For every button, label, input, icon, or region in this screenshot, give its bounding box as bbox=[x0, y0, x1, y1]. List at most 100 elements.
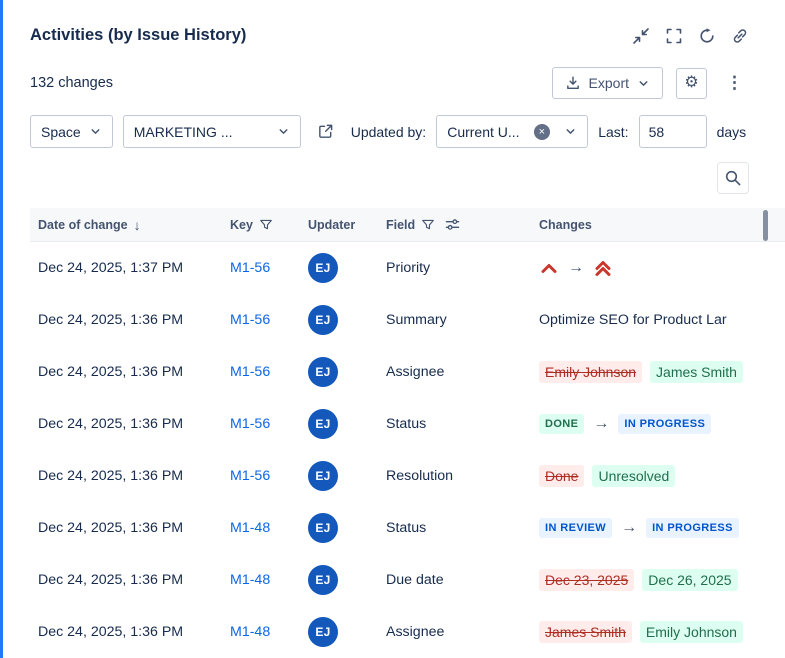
field-name: Due date bbox=[378, 572, 531, 588]
column-header-key[interactable]: Key bbox=[222, 218, 300, 232]
table-row: Dec 24, 2025, 1:36 PMM1-48EJStatusIN REV… bbox=[30, 502, 785, 554]
updater-avatar[interactable]: EJ bbox=[308, 305, 338, 335]
table-row: Dec 24, 2025, 1:36 PMM1-48EJDue dateDec … bbox=[30, 554, 785, 606]
space-dropdown[interactable]: Space bbox=[30, 115, 113, 148]
updater-avatar[interactable]: EJ bbox=[308, 617, 338, 647]
change-arrow-icon: → bbox=[621, 519, 637, 537]
link-icon[interactable] bbox=[731, 27, 749, 45]
export-label: Export bbox=[589, 75, 629, 91]
gear-icon: ⚙ bbox=[684, 75, 698, 91]
priority-highest-icon bbox=[593, 258, 613, 278]
download-icon bbox=[565, 75, 581, 91]
field-name: Resolution bbox=[378, 468, 531, 484]
change-date: Dec 24, 2025, 1:36 PM bbox=[30, 364, 222, 380]
change-date: Dec 24, 2025, 1:36 PM bbox=[30, 520, 222, 536]
last-days-input[interactable] bbox=[639, 115, 707, 148]
change-date: Dec 24, 2025, 1:36 PM bbox=[30, 624, 222, 640]
filter-bar: Space MARKETING ... Updated by: Current … bbox=[30, 115, 749, 148]
subheader-actions: Export ⚙ ⋮ bbox=[552, 67, 749, 99]
change-date: Dec 24, 2025, 1:36 PM bbox=[30, 312, 222, 328]
changes-count: 132 changes bbox=[30, 75, 113, 91]
activities-gadget: Activities (by Issue History) bbox=[0, 0, 785, 658]
collapse-icon[interactable] bbox=[632, 27, 650, 45]
updater-avatar[interactable]: EJ bbox=[308, 409, 338, 439]
updater-avatar[interactable]: EJ bbox=[308, 253, 338, 283]
updater-avatar[interactable]: EJ bbox=[308, 565, 338, 595]
project-dropdown[interactable]: MARKETING ... bbox=[123, 115, 301, 148]
column-header-field[interactable]: Field bbox=[378, 217, 531, 232]
changes-cell: DoneUnresolved bbox=[531, 465, 785, 487]
issue-key-link[interactable]: M1-48 bbox=[230, 520, 270, 536]
table-row: Dec 24, 2025, 1:37 PMM1-56EJPriority→ bbox=[30, 242, 785, 294]
change-arrow-icon: → bbox=[568, 259, 584, 277]
issue-key-link[interactable]: M1-56 bbox=[230, 364, 270, 380]
chevron-down-icon bbox=[564, 125, 577, 138]
updated-by-value: Current U... bbox=[447, 124, 519, 140]
new-status-badge: IN PROGRESS bbox=[646, 518, 739, 538]
fullscreen-icon[interactable] bbox=[665, 27, 683, 45]
table-row: Dec 24, 2025, 1:36 PMM1-48EJAssigneeJame… bbox=[30, 606, 785, 658]
changes-cell: IN REVIEW → IN PROGRESS bbox=[531, 518, 785, 538]
change-date: Dec 24, 2025, 1:36 PM bbox=[30, 416, 222, 432]
open-project-external-icon[interactable] bbox=[311, 116, 341, 148]
issue-key-link[interactable]: M1-48 bbox=[230, 572, 270, 588]
new-status-badge: IN PROGRESS bbox=[618, 414, 711, 434]
page-title: Activities (by Issue History) bbox=[30, 26, 246, 45]
new-value-pill: Emily Johnson bbox=[640, 621, 743, 643]
export-button[interactable]: Export bbox=[552, 67, 663, 99]
field-name: Summary bbox=[378, 312, 531, 328]
updated-by-dropdown[interactable]: Current U... × bbox=[436, 115, 588, 148]
kebab-icon: ⋮ bbox=[726, 73, 743, 92]
changes-cell: Optimize SEO for Product Lar bbox=[531, 312, 785, 328]
new-value-pill: Unresolved bbox=[592, 465, 675, 487]
clear-filter-icon[interactable]: × bbox=[534, 124, 550, 140]
issue-key-link[interactable]: M1-48 bbox=[230, 624, 270, 640]
updater-avatar[interactable]: EJ bbox=[308, 357, 338, 387]
old-status-badge: DONE bbox=[539, 414, 584, 434]
issue-key-link[interactable]: M1-56 bbox=[230, 468, 270, 484]
filter-funnel-icon[interactable] bbox=[259, 218, 273, 232]
chevron-down-icon bbox=[637, 77, 650, 90]
column-header-updater[interactable]: Updater bbox=[300, 218, 378, 232]
column-header-changes[interactable]: Changes bbox=[531, 218, 785, 232]
issue-key-link[interactable]: M1-56 bbox=[230, 312, 270, 328]
old-status-badge: IN REVIEW bbox=[539, 518, 612, 538]
search-button[interactable] bbox=[717, 162, 749, 194]
field-name: Assignee bbox=[378, 364, 531, 380]
history-table: Date of change ↓ Key Updater Field bbox=[30, 208, 785, 658]
issue-key-link[interactable]: M1-56 bbox=[230, 416, 270, 432]
field-name: Priority bbox=[378, 260, 531, 276]
table-header-row: Date of change ↓ Key Updater Field bbox=[30, 208, 785, 242]
old-value-pill: Emily Johnson bbox=[539, 361, 642, 383]
field-settings-icon[interactable] bbox=[445, 217, 460, 232]
table-body: Dec 24, 2025, 1:37 PMM1-56EJPriority→Dec… bbox=[30, 242, 785, 658]
updater-avatar[interactable]: EJ bbox=[308, 513, 338, 543]
table-row: Dec 24, 2025, 1:36 PMM1-56EJResolutionDo… bbox=[30, 450, 785, 502]
gadget-header: Activities (by Issue History) bbox=[30, 26, 749, 45]
changes-cell: Dec 23, 2025Dec 26, 2025 bbox=[531, 569, 785, 591]
changes-cell: → bbox=[531, 258, 785, 278]
days-label: days bbox=[717, 124, 747, 140]
filter-funnel-icon[interactable] bbox=[421, 218, 435, 232]
new-value-pill: James Smith bbox=[650, 361, 743, 383]
old-value-pill: James Smith bbox=[539, 621, 632, 643]
chevron-down-icon bbox=[89, 125, 102, 138]
search-icon bbox=[724, 169, 742, 187]
change-date: Dec 24, 2025, 1:36 PM bbox=[30, 572, 222, 588]
settings-button[interactable]: ⚙ bbox=[676, 68, 707, 99]
changes-cell: Emily Johnson James Smith bbox=[531, 361, 785, 383]
space-dropdown-label: Space bbox=[41, 124, 81, 140]
sort-desc-icon[interactable]: ↓ bbox=[134, 217, 141, 233]
refresh-icon[interactable] bbox=[698, 27, 716, 45]
vertical-scrollbar-thumb[interactable] bbox=[763, 210, 768, 241]
new-value-pill: Dec 26, 2025 bbox=[642, 569, 737, 591]
gadget-subheader: 132 changes Export ⚙ ⋮ bbox=[30, 67, 749, 99]
table-row: Dec 24, 2025, 1:36 PMM1-56EJAssigneeEmil… bbox=[30, 346, 785, 398]
field-name: Status bbox=[378, 416, 531, 432]
column-header-date[interactable]: Date of change ↓ bbox=[30, 217, 222, 233]
updater-avatar[interactable]: EJ bbox=[308, 461, 338, 491]
more-options-button[interactable]: ⋮ bbox=[720, 73, 749, 93]
table-row: Dec 24, 2025, 1:36 PMM1-56EJStatusDONE→I… bbox=[30, 398, 785, 450]
issue-key-link[interactable]: M1-56 bbox=[230, 260, 270, 276]
last-label: Last: bbox=[598, 124, 628, 140]
